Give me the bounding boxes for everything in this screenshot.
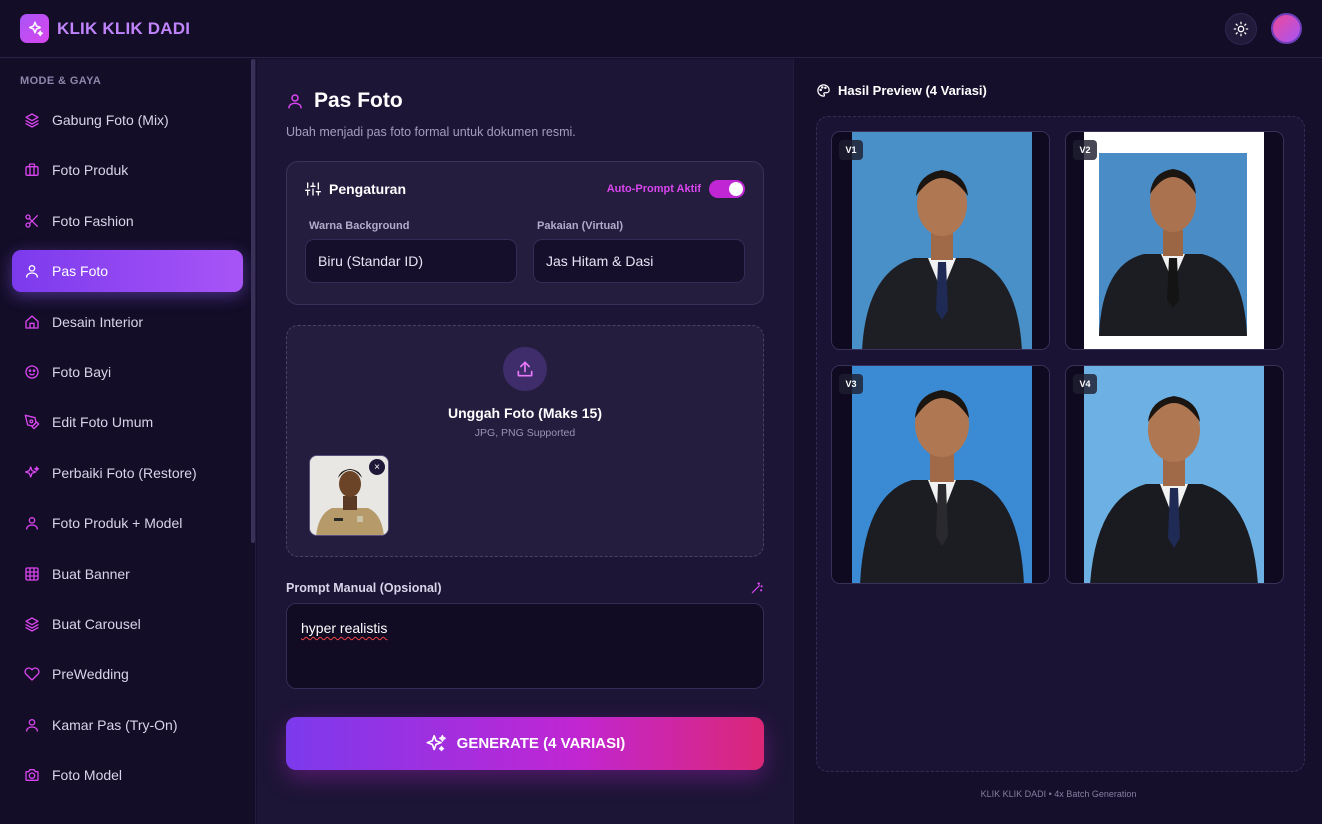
background-select[interactable]: Biru (Standar ID)	[305, 239, 517, 283]
clothing-label: Pakaian (Virtual)	[537, 220, 623, 232]
scissors-icon	[24, 213, 40, 229]
prompt-textarea[interactable]: hyper realistis	[286, 603, 764, 689]
sparkles-icon	[24, 465, 40, 481]
sidebar-item-buat-banner[interactable]: Buat Banner	[12, 553, 243, 595]
sidebar-item-gabung-foto-mix[interactable]: Gabung Foto (Mix)	[12, 99, 243, 141]
variant-badge: V1	[839, 140, 863, 160]
sidebar-item-label: Buat Banner	[52, 565, 130, 582]
sidebar-item-foto-bayi[interactable]: Foto Bayi	[12, 351, 243, 393]
sidebar-section-title: MODE & GAYA	[20, 75, 102, 87]
sidebar-nav: Gabung Foto (Mix) Foto Produk Foto Fashion…	[12, 99, 243, 796]
preview-variant-3[interactable]: V3	[831, 365, 1050, 584]
user-icon	[288, 94, 302, 109]
preview-variant-1[interactable]: V1	[831, 131, 1050, 350]
clothing-select[interactable]: Jas Hitam & Dasi	[533, 239, 745, 283]
grid-icon	[24, 566, 40, 582]
sidebar-item-foto-produk[interactable]: Foto Produk	[12, 149, 243, 191]
variant-badge: V4	[1073, 374, 1097, 394]
sidebar-item-label: Buat Carousel	[52, 615, 141, 632]
top-bar: KLIK KLIK DADI	[0, 0, 1322, 58]
main-panel: Pas Foto Ubah menjadi pas foto formal un…	[257, 59, 793, 824]
page-title: Pas Foto	[314, 89, 403, 112]
preview-panel: Hasil Preview (4 Variasi) V1 V2 V3 V4 KL…	[793, 59, 1322, 824]
sidebar-item-label: Kamar Pas (Try-On)	[52, 716, 178, 733]
briefcase-icon	[24, 162, 40, 178]
sliders-icon	[305, 182, 321, 196]
background-label: Warna Background	[309, 220, 410, 232]
sidebar-item-perbaiki-foto-restore[interactable]: Perbaiki Foto (Restore)	[12, 452, 243, 494]
upload-title: Unggah Foto (Maks 15)	[447, 405, 602, 421]
prompt-label: Prompt Manual (Opsional)	[286, 581, 442, 595]
variant-badge: V2	[1073, 140, 1097, 160]
sidebar-item-buat-carousel[interactable]: Buat Carousel	[12, 603, 243, 645]
user-icon	[24, 263, 40, 279]
prompt-text: hyper realistis	[301, 620, 388, 636]
heart-icon	[24, 666, 40, 682]
upload-subtitle: JPG, PNG Supported	[474, 427, 576, 439]
settings-title: Pengaturan	[329, 181, 407, 197]
upload-icon	[517, 361, 533, 377]
sun-icon	[1233, 21, 1249, 36]
camera-icon	[24, 767, 40, 783]
upload-dropzone[interactable]: Unggah Foto (Maks 15) JPG, PNG Supported…	[286, 325, 764, 557]
palette-icon	[817, 84, 830, 97]
auto-prompt-label: Auto-Prompt Aktif	[606, 183, 701, 195]
sidebar-item-label: Pas Foto	[52, 263, 109, 280]
sidebar-item-label: Foto Produk	[52, 162, 129, 179]
layers-icon	[24, 112, 40, 128]
sparkles-icon	[426, 734, 446, 751]
sidebar-item-label: Desain Interior	[52, 313, 144, 330]
sidebar-item-label: Perbaiki Foto (Restore)	[52, 464, 197, 481]
sidebar-item-label: PreWedding	[52, 666, 129, 683]
settings-card: Pengaturan Auto-Prompt Aktif Warna Backg…	[286, 161, 764, 305]
variant-badge: V3	[839, 374, 863, 394]
page-subtitle: Ubah menjadi pas foto formal untuk dokum…	[286, 125, 576, 139]
auto-prompt-toggle[interactable]	[709, 180, 745, 198]
sidebar-item-label: Foto Produk + Model	[52, 515, 183, 532]
generate-label: GENERATE (4 VARIASI)	[456, 735, 626, 752]
preview-grid: V1 V2 V3 V4	[816, 116, 1305, 772]
user-icon	[24, 515, 40, 531]
layers-icon	[24, 616, 40, 632]
sidebar: MODE & GAYA Gabung Foto (Mix) Foto Produk…	[0, 59, 256, 824]
remove-photo-button[interactable]: ×	[369, 459, 385, 475]
preview-variant-4[interactable]: V4	[1065, 365, 1284, 584]
baby-icon	[24, 364, 40, 380]
sidebar-scrollbar[interactable]	[251, 59, 255, 543]
sidebar-item-kamar-pas-try-on[interactable]: Kamar Pas (Try-On)	[12, 704, 243, 746]
sidebar-item-label: Edit Foto Umum	[52, 414, 154, 431]
sidebar-item-edit-foto-umum[interactable]: Edit Foto Umum	[12, 401, 243, 443]
magic-wand-icon[interactable]	[750, 581, 764, 595]
user-avatar[interactable]	[1271, 13, 1302, 44]
sidebar-item-foto-produk-model[interactable]: Foto Produk + Model	[12, 502, 243, 544]
brand-name: KLIK KLIK DADI	[57, 18, 191, 38]
sidebar-item-desain-interior[interactable]: Desain Interior	[12, 301, 243, 343]
sidebar-item-foto-model[interactable]: Foto Model	[12, 754, 243, 796]
sidebar-item-pas-foto[interactable]: Pas Foto	[12, 250, 243, 293]
logo-sparkles-icon[interactable]	[20, 14, 49, 43]
theme-toggle-button[interactable]	[1225, 12, 1257, 45]
upload-button[interactable]	[503, 347, 547, 391]
sidebar-item-label: Gabung Foto (Mix)	[52, 112, 169, 128]
sidebar-item-label: Foto Bayi	[52, 363, 112, 380]
pen-tool-icon	[24, 414, 40, 430]
sidebar-item-prewedding[interactable]: PreWedding	[12, 653, 243, 695]
sidebar-item-label: Foto Fashion	[52, 212, 134, 229]
preview-title: Hasil Preview (4 Variasi)	[838, 83, 987, 98]
preview-footer: KLIK KLIK DADI • 4x Batch Generation	[980, 789, 1137, 799]
uploaded-photo-thumbnail[interactable]: ×	[309, 455, 389, 536]
preview-variant-2[interactable]: V2	[1065, 131, 1284, 350]
generate-button[interactable]: GENERATE (4 VARIASI)	[286, 717, 764, 770]
home-icon	[24, 314, 40, 330]
sidebar-item-label: Foto Model	[52, 767, 123, 784]
sidebar-item-foto-fashion[interactable]: Foto Fashion	[12, 200, 243, 242]
user-icon	[24, 717, 40, 733]
